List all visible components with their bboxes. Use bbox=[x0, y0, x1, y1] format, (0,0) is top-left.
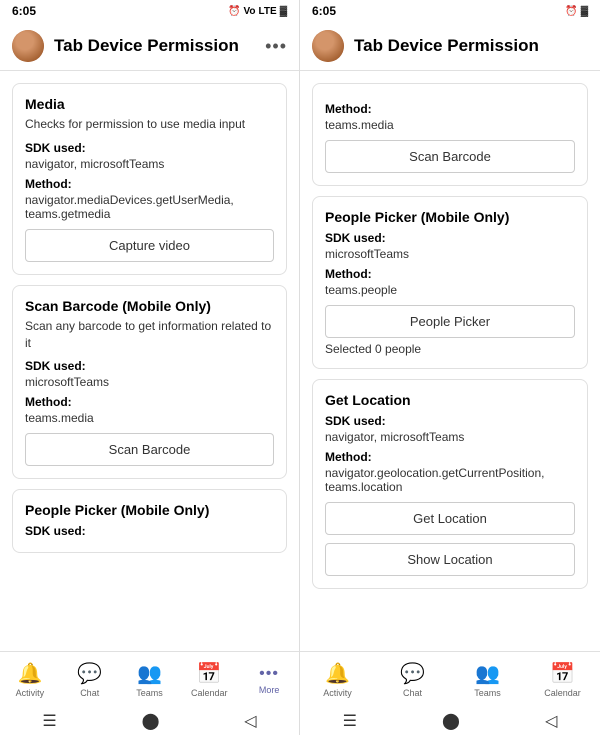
menu-button-right[interactable]: ☰ bbox=[343, 711, 357, 731]
time-left: 6:05 bbox=[12, 4, 36, 18]
media-method-value: navigator.mediaDevices.getUserMedia, tea… bbox=[25, 193, 274, 221]
teams-icon-right: 👥 bbox=[475, 661, 500, 686]
wifi-icon: LTE bbox=[259, 6, 277, 17]
scan-method-label: Method: bbox=[25, 395, 274, 409]
people-picker-selected-right: Selected 0 people bbox=[325, 342, 575, 356]
people-picker-title-left: People Picker (Mobile Only) bbox=[25, 502, 274, 518]
nav-calendar-right[interactable]: 📅 Calendar bbox=[525, 656, 600, 703]
back-button-right[interactable]: ◁ bbox=[545, 711, 557, 731]
home-button-left[interactable]: ⬤ bbox=[142, 711, 160, 731]
media-card: Media Checks for permission to use media… bbox=[12, 83, 287, 275]
scan-barcode-right-card: Method: teams.media Scan Barcode bbox=[312, 83, 588, 186]
nav-chat-left[interactable]: 💬 Chat bbox=[60, 656, 120, 703]
battery-icon: ▓ bbox=[280, 6, 287, 17]
media-method-label: Method: bbox=[25, 177, 274, 191]
people-picker-title-right: People Picker (Mobile Only) bbox=[325, 209, 575, 225]
activity-label-left: Activity bbox=[16, 688, 45, 698]
people-picker-button-right[interactable]: People Picker bbox=[325, 305, 575, 338]
scan-barcode-desc: Scan any barcode to get information rela… bbox=[25, 318, 274, 352]
calendar-icon-right: 📅 bbox=[550, 661, 575, 686]
header-menu-left[interactable]: ••• bbox=[265, 36, 287, 57]
content-left: Media Checks for permission to use media… bbox=[0, 71, 299, 651]
capture-video-button[interactable]: Capture video bbox=[25, 229, 274, 262]
nav-activity-left[interactable]: 🔔 Activity bbox=[0, 656, 60, 703]
calendar-icon-left: 📅 bbox=[197, 661, 222, 686]
scan-sdk-label: SDK used: bbox=[25, 359, 274, 373]
nav-teams-right[interactable]: 👥 Teams bbox=[450, 656, 525, 703]
get-location-title-right: Get Location bbox=[325, 392, 575, 408]
activity-label-right: Activity bbox=[323, 688, 352, 698]
bottom-nav-right: 🔔 Activity 💬 Chat 👥 Teams 📅 Calendar bbox=[300, 651, 600, 707]
chat-label-right: Chat bbox=[403, 688, 422, 698]
media-title: Media bbox=[25, 96, 274, 112]
header-left: Tab Device Permission ••• bbox=[0, 22, 299, 71]
left-screen: 6:05 ⏰ Vo LTE ▓ Tab Device Permission ••… bbox=[0, 0, 300, 735]
scan-method-value: teams.media bbox=[25, 411, 274, 425]
get-location-button-right[interactable]: Get Location bbox=[325, 502, 575, 535]
chat-icon-right: 💬 bbox=[400, 661, 425, 686]
get-location-method-label-right: Method: bbox=[325, 450, 575, 464]
system-bar-left: ☰ ⬤ ◁ bbox=[0, 707, 299, 735]
back-button-left[interactable]: ◁ bbox=[244, 711, 256, 731]
calendar-label-right: Calendar bbox=[544, 688, 581, 698]
people-picker-card-right: People Picker (Mobile Only) SDK used: mi… bbox=[312, 196, 588, 369]
people-picker-method-value-right: teams.people bbox=[325, 283, 575, 297]
nav-more-left[interactable]: ••• More bbox=[239, 656, 299, 703]
scan-method-label-right: Method: bbox=[325, 102, 575, 116]
people-picker-sdk-label-left: SDK used: bbox=[25, 524, 274, 538]
nav-activity-right[interactable]: 🔔 Activity bbox=[300, 656, 375, 703]
signal-icon: Vo bbox=[244, 6, 256, 17]
get-location-sdk-label-right: SDK used: bbox=[325, 414, 575, 428]
get-location-sdk-value-right: navigator, microsoftTeams bbox=[325, 430, 575, 444]
header-title-right: Tab Device Permission bbox=[354, 36, 588, 56]
scan-sdk-value: microsoftTeams bbox=[25, 375, 274, 389]
signal-icon-right: ▓ bbox=[581, 6, 588, 17]
people-picker-method-label-right: Method: bbox=[325, 267, 575, 281]
media-desc: Checks for permission to use media input bbox=[25, 116, 274, 133]
alarm-icon: ⏰ bbox=[228, 6, 240, 17]
status-bar-right: 6:05 ⏰ ▓ bbox=[300, 0, 600, 22]
bottom-nav-left: 🔔 Activity 💬 Chat 👥 Teams 📅 Calendar •••… bbox=[0, 651, 299, 707]
scan-barcode-title: Scan Barcode (Mobile Only) bbox=[25, 298, 274, 314]
scan-method-value-right: teams.media bbox=[325, 118, 575, 132]
header-right: Tab Device Permission bbox=[300, 22, 600, 71]
scan-barcode-button-right[interactable]: Scan Barcode bbox=[325, 140, 575, 173]
teams-icon-left: 👥 bbox=[137, 661, 162, 686]
nav-calendar-left[interactable]: 📅 Calendar bbox=[179, 656, 239, 703]
more-label-left: More bbox=[259, 685, 280, 695]
menu-button-left[interactable]: ☰ bbox=[42, 711, 56, 731]
more-icon-left: ••• bbox=[259, 665, 279, 683]
chat-label-left: Chat bbox=[80, 688, 99, 698]
status-icons-left: ⏰ Vo LTE ▓ bbox=[228, 6, 287, 17]
scan-barcode-card: Scan Barcode (Mobile Only) Scan any barc… bbox=[12, 285, 287, 480]
status-icons-right: ⏰ ▓ bbox=[565, 6, 588, 17]
chat-icon-left: 💬 bbox=[77, 661, 102, 686]
status-bar-left: 6:05 ⏰ Vo LTE ▓ bbox=[0, 0, 299, 22]
get-location-method-value-right: navigator.geolocation.getCurrentPosition… bbox=[325, 466, 575, 494]
avatar-right bbox=[312, 30, 344, 62]
get-location-card-right: Get Location SDK used: navigator, micros… bbox=[312, 379, 588, 589]
header-title-left: Tab Device Permission bbox=[54, 36, 255, 56]
system-bar-right: ☰ ⬤ ◁ bbox=[300, 707, 600, 735]
people-picker-card-left: People Picker (Mobile Only) SDK used: bbox=[12, 489, 287, 553]
home-button-right[interactable]: ⬤ bbox=[442, 711, 460, 731]
avatar-left bbox=[12, 30, 44, 62]
right-screen: 6:05 ⏰ ▓ Tab Device Permission Method: t… bbox=[300, 0, 600, 735]
calendar-label-left: Calendar bbox=[191, 688, 228, 698]
nav-teams-left[interactable]: 👥 Teams bbox=[120, 656, 180, 703]
activity-icon-right: 🔔 bbox=[325, 661, 350, 686]
media-sdk-label: SDK used: bbox=[25, 141, 274, 155]
activity-icon-left: 🔔 bbox=[17, 661, 42, 686]
scan-barcode-button-left[interactable]: Scan Barcode bbox=[25, 433, 274, 466]
content-right: Method: teams.media Scan Barcode People … bbox=[300, 71, 600, 651]
nav-chat-right[interactable]: 💬 Chat bbox=[375, 656, 450, 703]
alarm-icon-right: ⏰ bbox=[565, 6, 577, 17]
media-sdk-value: navigator, microsoftTeams bbox=[25, 157, 274, 171]
people-picker-sdk-value-right: microsoftTeams bbox=[325, 247, 575, 261]
people-picker-sdk-label-right: SDK used: bbox=[325, 231, 575, 245]
show-location-button-right[interactable]: Show Location bbox=[325, 543, 575, 576]
time-right: 6:05 bbox=[312, 4, 336, 18]
teams-label-right: Teams bbox=[474, 688, 501, 698]
teams-label-left: Teams bbox=[136, 688, 163, 698]
